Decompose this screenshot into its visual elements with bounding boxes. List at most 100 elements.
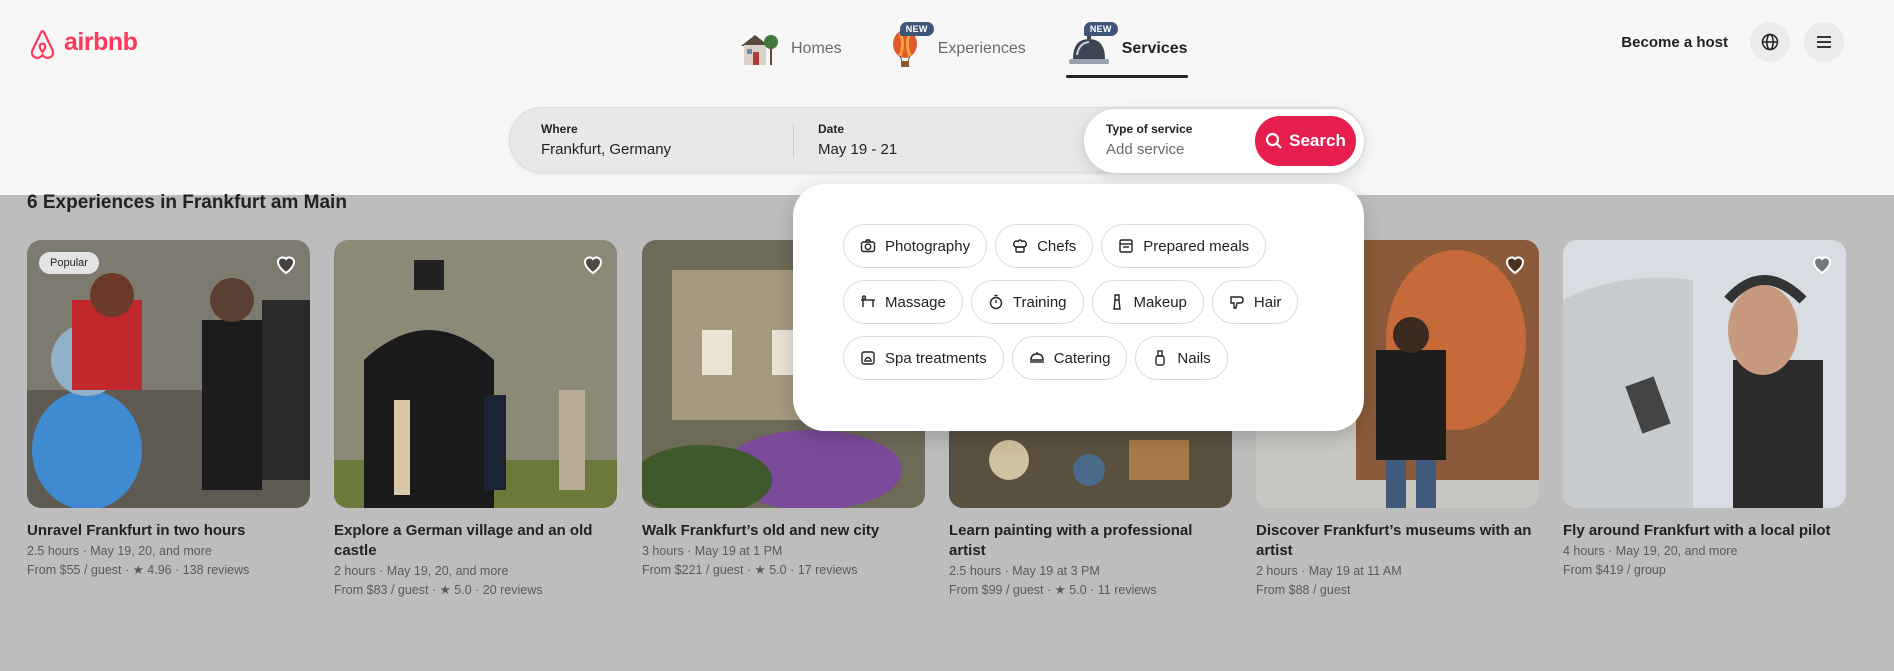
service-chip-row: Photography Chefs Prepared meals	[843, 224, 1267, 268]
service-type-label: Type of service	[1106, 122, 1193, 136]
search-bar: Where Frankfurt, Germany Date May 19 - 2…	[509, 107, 1364, 173]
search-icon	[1266, 132, 1282, 149]
card-title[interactable]: Explore a German village and an old cast…	[334, 521, 617, 561]
header-actions: Become a host	[1621, 22, 1844, 62]
massage-table-icon	[861, 295, 875, 307]
card-price: From $55 / guest · ★ 4.96 · 138 reviews	[27, 563, 250, 577]
date-value: May 19 - 21	[818, 141, 898, 158]
divider	[793, 124, 794, 158]
chip-hair[interactable]: Hair	[1211, 280, 1299, 324]
card-price: From $419 / group	[1563, 563, 1666, 577]
card-image[interactable]: Popular	[27, 240, 310, 508]
chip-spa-treatments[interactable]: Spa treatments	[843, 336, 1004, 380]
chip-label: Hair	[1253, 293, 1282, 311]
experience-card[interactable]: Explore a German village and an old cast…	[334, 240, 617, 599]
experience-card[interactable]: Fly around Frankfurt with a local pilot …	[1563, 240, 1846, 579]
card-title[interactable]: Walk Frankfurt’s old and new city	[642, 521, 925, 541]
service-type-field[interactable]: Type of service Add service Search	[1084, 109, 1364, 173]
card-details: 2 hours · May 19, 20, and more	[334, 564, 509, 578]
new-badge: NEW	[899, 22, 934, 36]
card-image[interactable]	[1563, 240, 1846, 508]
card-price: From $221 / guest · ★ 5.0 · 17 reviews	[642, 563, 858, 577]
card-price: From $83 / guest · ★ 5.0 · 20 reviews	[334, 583, 543, 597]
hot-air-balloon-icon: NEW	[882, 22, 934, 72]
nav-experiences-label: Experiences	[937, 40, 1026, 57]
service-bell-icon: NEW	[1066, 22, 1118, 72]
card-photo	[1563, 240, 1846, 508]
hair-dryer-icon	[1230, 296, 1244, 309]
spa-icon	[861, 351, 875, 365]
service-type-input[interactable]: Type of service Add service	[1106, 122, 1192, 158]
chip-chefs[interactable]: Chefs	[995, 224, 1094, 268]
globe-icon[interactable]	[1750, 22, 1790, 62]
chip-makeup[interactable]: Makeup	[1091, 280, 1204, 324]
chef-hat-icon	[1013, 239, 1028, 253]
chip-label: Photography	[885, 237, 971, 255]
card-details: 2 hours · May 19 at 11 AM	[1256, 564, 1402, 578]
chip-label: Chefs	[1037, 237, 1077, 255]
chip-label: Spa treatments	[885, 349, 987, 367]
chip-label: Training	[1012, 293, 1067, 311]
makeup-brush-icon	[1112, 294, 1121, 310]
nav-homes[interactable]: Homes	[735, 22, 842, 76]
search-button[interactable]: Search	[1255, 116, 1356, 166]
chip-label: Prepared meals	[1143, 237, 1250, 255]
heart-icon[interactable]	[581, 252, 605, 276]
nav-experiences[interactable]: NEW Experiences	[882, 22, 1026, 76]
stopwatch-icon	[989, 294, 1003, 310]
experience-card[interactable]: Popular Unravel Frankfurt in two hours 2…	[27, 240, 310, 579]
chip-label: Massage	[885, 293, 946, 311]
card-title[interactable]: Learn painting with a professional artis…	[949, 521, 1232, 561]
top-header: airbnb Homes NEW Experiences NEW Service…	[0, 0, 1894, 195]
brand-name: airbnb	[64, 28, 138, 56]
service-chip-row: Massage Training Makeup Hair	[843, 280, 1299, 324]
nail-polish-icon	[1155, 350, 1166, 366]
chip-label: Catering	[1053, 349, 1111, 367]
card-photo	[334, 240, 617, 508]
chip-label: Nails	[1177, 349, 1211, 367]
card-title[interactable]: Fly around Frankfurt with a local pilot	[1563, 521, 1846, 541]
become-host-link[interactable]: Become a host	[1621, 34, 1728, 51]
where-field[interactable]: Where Frankfurt, Germany	[541, 122, 671, 158]
card-title[interactable]: Discover Frankfurt’s museums with an art…	[1256, 521, 1539, 561]
card-details: 2.5 hours · May 19 at 3 PM	[949, 564, 1100, 578]
popular-badge: Popular	[39, 252, 99, 274]
card-price: From $99 / guest · ★ 5.0 · 11 reviews	[949, 583, 1157, 597]
heart-icon[interactable]	[274, 252, 298, 276]
airbnb-logo-icon	[30, 30, 55, 59]
nav-services[interactable]: NEW Services	[1065, 22, 1188, 78]
house-icon	[735, 26, 781, 72]
card-details: 2.5 hours · May 19, 20, and more	[27, 544, 212, 558]
date-field[interactable]: Date May 19 - 21	[818, 122, 897, 158]
card-photo	[27, 240, 310, 508]
where-label: Where	[541, 122, 578, 136]
chip-prepared-meals[interactable]: Prepared meals	[1101, 224, 1267, 268]
card-details: 4 hours · May 19, 20, and more	[1563, 544, 1738, 558]
nav-homes-label: Homes	[791, 40, 842, 57]
date-label: Date	[818, 122, 845, 136]
airbnb-logo[interactable]: airbnb	[27, 26, 138, 59]
card-details: 3 hours · May 19 at 1 PM	[642, 544, 783, 558]
card-price: From $88 / guest	[1256, 583, 1351, 597]
service-chip-row: Spa treatments Catering Nails	[843, 336, 1228, 380]
heart-icon[interactable]	[1810, 252, 1834, 276]
heart-icon[interactable]	[1503, 252, 1527, 276]
card-image[interactable]	[334, 240, 617, 508]
chip-training[interactable]: Training	[970, 280, 1084, 324]
chip-massage[interactable]: Massage	[843, 280, 963, 324]
chip-label: Makeup	[1133, 293, 1187, 311]
chip-photography[interactable]: Photography	[843, 224, 988, 268]
category-nav: Homes NEW Experiences NEW Services	[735, 22, 1188, 78]
service-type-dropdown: Photography Chefs Prepared meals Massage…	[793, 184, 1364, 431]
hamburger-menu-icon[interactable]	[1804, 22, 1844, 62]
camera-icon	[860, 239, 876, 253]
chip-catering[interactable]: Catering	[1011, 336, 1128, 380]
results-title: 6 Experiences in Frankfurt am Main	[27, 192, 347, 213]
new-badge: NEW	[1083, 22, 1118, 36]
card-title[interactable]: Unravel Frankfurt in two hours	[27, 521, 310, 541]
service-type-placeholder: Add service	[1106, 141, 1185, 158]
where-value: Frankfurt, Germany	[541, 141, 672, 158]
nav-services-label: Services	[1121, 40, 1188, 57]
search-button-label: Search	[1289, 131, 1346, 150]
chip-nails[interactable]: Nails	[1135, 336, 1228, 380]
